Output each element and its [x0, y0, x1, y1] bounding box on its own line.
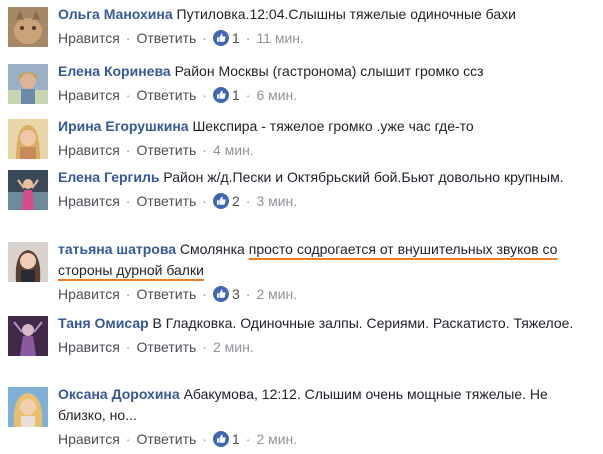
like-link[interactable]: Нравится — [58, 85, 120, 105]
like-count-value: 1 — [231, 431, 240, 447]
thumbs-up-icon — [213, 431, 229, 447]
timestamp[interactable]: 2 мин. — [256, 429, 297, 449]
separator: · — [202, 286, 207, 302]
timestamp[interactable]: 4 мин. — [213, 140, 254, 160]
like-count[interactable]: 1 — [213, 429, 240, 449]
author-name[interactable]: Таня Омисар — [58, 315, 149, 331]
comment-actions: Нравится · Ответить · 2 мин. — [58, 337, 595, 357]
comment-text: татьяна шатрова Смолянка просто содрогае… — [58, 239, 595, 281]
author-name[interactable]: Ольга Манохина — [58, 6, 173, 22]
separator: · — [125, 87, 131, 103]
avatar[interactable] — [8, 7, 48, 47]
like-count-value: 3 — [231, 286, 240, 302]
reply-link[interactable]: Ответить — [136, 337, 196, 357]
reply-link[interactable]: Ответить — [136, 284, 196, 304]
separator: · — [202, 431, 207, 447]
like-count[interactable]: 2 — [213, 191, 240, 211]
comment-text: Таня Омисар В Гладковка. Одиночные залпы… — [58, 313, 595, 334]
author-name[interactable]: Елена Коринева — [58, 63, 171, 79]
reply-link[interactable]: Ответить — [136, 140, 196, 160]
like-link[interactable]: Нравится — [58, 191, 120, 211]
comment-message: Шекспира - тяжелое громко .уже час где-т… — [192, 118, 474, 134]
author-name[interactable]: татьяна шатрова — [58, 241, 176, 257]
separator: · — [125, 193, 131, 209]
thumbs-up-icon — [213, 286, 229, 302]
separator: · — [202, 30, 207, 46]
author-name[interactable]: Елена Гергиль — [58, 169, 159, 185]
avatar[interactable] — [8, 119, 48, 159]
timestamp[interactable]: 3 мин. — [256, 191, 297, 211]
comment-actions: Нравится · Ответить · 2 · 3 мин. — [58, 191, 595, 211]
like-link[interactable]: Нравится — [58, 429, 120, 449]
avatar[interactable] — [8, 387, 48, 427]
separator: · — [202, 339, 207, 355]
author-name[interactable]: Оксана Дорохина — [58, 386, 180, 402]
reply-link[interactable]: Ответить — [136, 429, 196, 449]
separator: · — [125, 431, 131, 447]
separator: · — [202, 87, 207, 103]
author-name[interactable]: Ирина Егорушкина — [58, 118, 189, 134]
like-count[interactable]: 3 — [213, 284, 240, 304]
reply-link[interactable]: Ответить — [136, 191, 196, 211]
comment-text: Оксана Дорохина Абакумова, 12:12. Слышим… — [58, 384, 595, 426]
comment-actions: Нравится · Ответить · 4 мин. — [58, 140, 595, 160]
like-link[interactable]: Нравится — [58, 140, 120, 160]
timestamp[interactable]: 6 мин. — [256, 85, 297, 105]
thumbs-up-icon — [213, 87, 229, 103]
comment-text: Елена Гергиль Район ж/д.Пески и Октябрьс… — [58, 167, 595, 188]
separator: · — [125, 286, 131, 302]
like-link[interactable]: Нравится — [58, 284, 120, 304]
separator: · — [202, 142, 207, 158]
comment-message: В Гладковка. Одиночные залпы. Сериями. Р… — [152, 315, 574, 331]
comment-text: Елена Коринева Район Москвы (гастронома)… — [58, 61, 595, 82]
reply-link[interactable]: Ответить — [136, 28, 196, 48]
separator: · — [125, 142, 131, 158]
like-link[interactable]: Нравится — [58, 28, 120, 48]
comment-actions: Нравится · Ответить · 1 · 11 мин. — [58, 28, 595, 48]
separator: · — [245, 193, 251, 209]
separator: · — [245, 30, 251, 46]
like-link[interactable]: Нравится — [58, 337, 120, 357]
like-count[interactable]: 1 — [213, 85, 240, 105]
separator: · — [202, 193, 207, 209]
comment-text: Ирина Егорушкина Шекспира - тяжелое гром… — [58, 116, 595, 137]
like-count-value: 1 — [231, 87, 240, 103]
comment-actions: Нравится · Ответить · 1 · 6 мин. — [58, 85, 595, 105]
comment-message: Смолянка — [179, 241, 245, 257]
like-count-value: 2 — [231, 193, 240, 209]
avatar[interactable] — [8, 64, 48, 104]
separator: · — [125, 339, 131, 355]
separator: · — [245, 286, 251, 302]
thumbs-up-icon — [213, 193, 229, 209]
avatar[interactable] — [8, 242, 48, 282]
comment-message: Район Москвы (гастронома) слышит громко … — [174, 63, 484, 79]
avatar[interactable] — [8, 316, 48, 356]
comment-text: Ольга Манохина Путиловка.12:04.Слышны тя… — [58, 4, 595, 25]
separator: · — [245, 87, 251, 103]
separator: · — [245, 431, 251, 447]
thumbs-up-icon — [213, 30, 229, 46]
comment-message: Путиловка.12:04.Слышны тяжелые одиночные… — [176, 6, 516, 22]
like-count-value: 1 — [231, 30, 240, 46]
reply-link[interactable]: Ответить — [136, 85, 196, 105]
timestamp[interactable]: 2 мин. — [256, 284, 297, 304]
comment-actions: Нравится · Ответить · 1 · 2 мин. — [58, 429, 595, 449]
timestamp[interactable]: 11 мин. — [256, 28, 304, 48]
separator: · — [125, 30, 131, 46]
like-count[interactable]: 1 — [213, 28, 240, 48]
timestamp[interactable]: 2 мин. — [213, 337, 254, 357]
avatar[interactable] — [8, 170, 48, 210]
comment-message: Район ж/д.Пески и Октябрьский бой.Бьют д… — [163, 169, 564, 185]
comment-actions: Нравится · Ответить · 3 · 2 мин. — [58, 284, 595, 304]
